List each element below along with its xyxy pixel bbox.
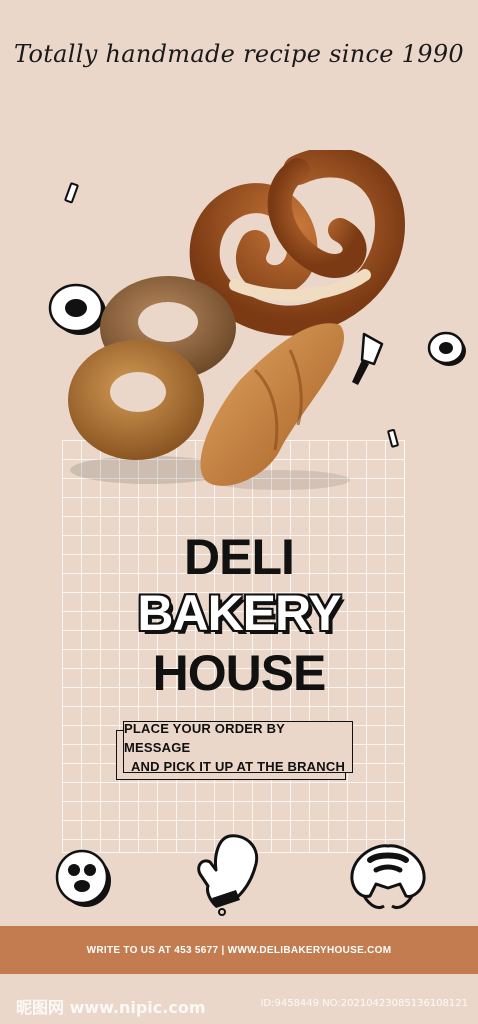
footer-bar: WRITE TO US AT 453 5677 | WWW.DELIBAKERY… — [0, 926, 478, 974]
title-line-bakery: BAKERY — [137, 585, 341, 641]
order-line-1: PLACE YOUR ORDER BY MESSAGE — [124, 720, 285, 755]
tagline: Totally handmade recipe since 1990 — [14, 40, 464, 68]
title-line-house: HOUSE — [152, 645, 327, 701]
order-message-box: PLACE YOUR ORDER BY MESSAGE AND PICK IT … — [123, 720, 353, 774]
bread-assortment-illustration — [68, 150, 406, 490]
watermark-left: 昵图网 www.nipic.com — [16, 998, 206, 1017]
oven-mitt-icon — [197, 834, 259, 916]
footer-contact: WRITE TO US AT 453 5677 | WWW.DELIBAKERY… — [86, 944, 392, 956]
title-line-deli: DELI — [184, 529, 295, 585]
order-line-2: AND PICK IT UP AT THE BRANCH — [130, 758, 346, 774]
pretzel-icon — [55, 849, 111, 907]
sesame-bagel — [68, 340, 204, 460]
pretzel-bread — [189, 150, 406, 336]
croissant-icon — [350, 844, 426, 910]
poster: Totally handmade recipe since 1990 DELI … — [0, 0, 478, 1024]
watermark-right: ID:9458449 NO:20210423085136108121 — [260, 998, 468, 1009]
